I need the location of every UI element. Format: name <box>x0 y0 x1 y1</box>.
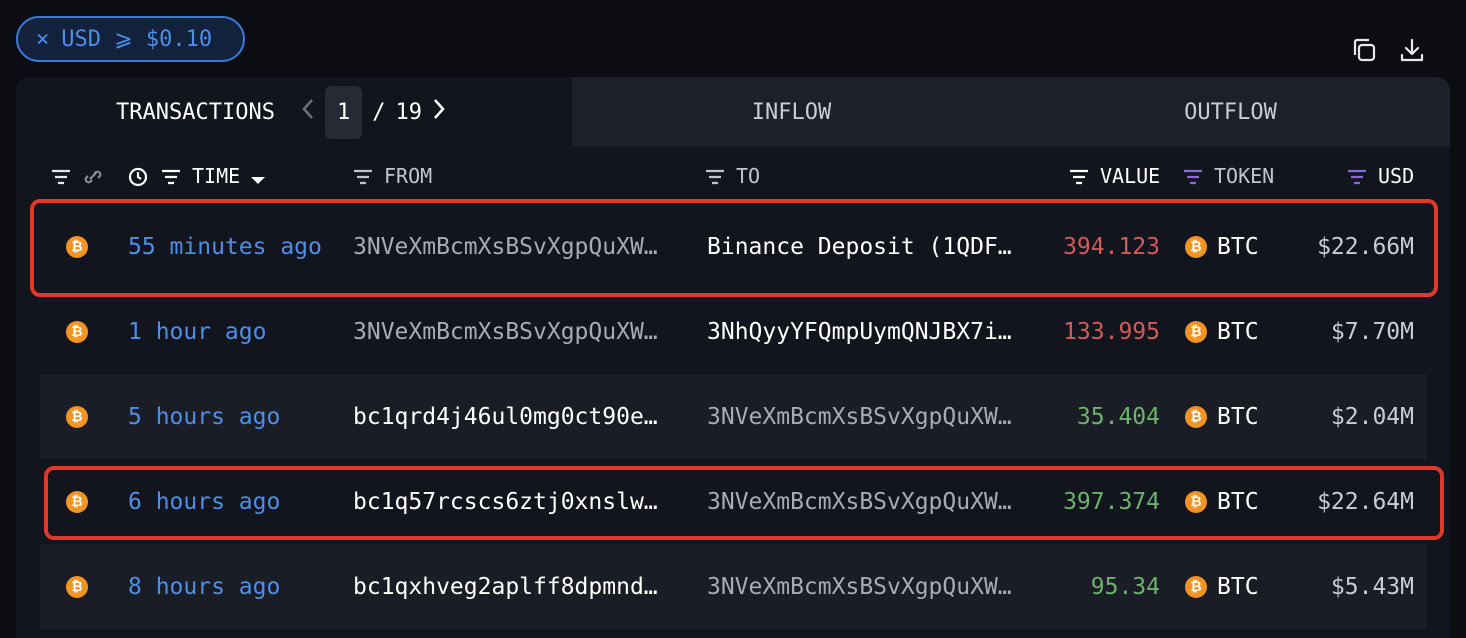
row-from[interactable]: bc1qrd4j46ul0mg0ct90e… <box>353 374 673 459</box>
row-usd: $22.66M <box>1317 233 1414 260</box>
tab-bar: TRANSACTIONS 1 / 19 INFLOW OUTFLOW <box>16 77 1450 147</box>
download-icon[interactable] <box>1398 36 1426 64</box>
header-usd-label: USD <box>1378 164 1415 188</box>
row-value: 394.123 <box>1063 233 1160 260</box>
row-time[interactable]: 8 hours ago <box>128 544 280 629</box>
row-token[interactable]: BTC <box>1217 319 1259 345</box>
row-value: 35.404 <box>1076 403 1160 430</box>
table-row[interactable]: ₿ 6 hours ago bc1q57rcscs6ztj0xnslw… 3NV… <box>40 459 1426 544</box>
page-separator: / <box>372 99 386 125</box>
filter-icon[interactable] <box>50 167 72 185</box>
row-from[interactable]: bc1q57rcscs6ztj0xnslw… <box>353 459 673 544</box>
bitcoin-icon: ₿ <box>66 320 88 343</box>
toolbar <box>1350 36 1426 64</box>
filter-chip-label: USD ⩾ $0.10 <box>61 26 213 52</box>
row-token[interactable]: BTC <box>1217 574 1259 600</box>
bitcoin-icon: ₿ <box>1185 320 1207 343</box>
transactions-table: ₿ 55 minutes ago 3NVeXmBcmXsBSvXgpQuXW… … <box>40 204 1426 629</box>
tab-transactions-label: TRANSACTIONS <box>116 99 275 125</box>
bitcoin-icon: ₿ <box>1185 405 1207 428</box>
row-time[interactable]: 6 hours ago <box>128 459 280 544</box>
bitcoin-icon: ₿ <box>1185 235 1207 258</box>
row-usd: $2.04M <box>1330 403 1414 430</box>
row-value: 95.34 <box>1090 573 1160 600</box>
header-usd[interactable]: USD <box>1346 161 1414 191</box>
table-header: TIME FROM TO VALUE TOKEN USD <box>16 161 1450 201</box>
link-icon[interactable] <box>82 167 104 185</box>
copy-icon[interactable] <box>1350 36 1378 64</box>
row-usd: $22.64M <box>1317 488 1414 515</box>
usd-filter-chip[interactable]: × USD ⩾ $0.10 <box>16 16 245 62</box>
token-filter-icon[interactable] <box>1182 167 1204 185</box>
pagination: 1 / 19 <box>301 85 446 139</box>
tab-outflow-label: OUTFLOW <box>1184 99 1277 125</box>
bitcoin-icon: ₿ <box>66 490 88 513</box>
page-total: 19 <box>395 99 422 125</box>
row-to[interactable]: 3NVeXmBcmXsBSvXgpQuXW… <box>707 374 1027 459</box>
header-from-label: FROM <box>384 164 433 188</box>
remove-filter-icon[interactable]: × <box>36 27 49 52</box>
table-row[interactable]: ₿ 5 hours ago bc1qrd4j46ul0mg0ct90e… 3NV… <box>40 374 1426 459</box>
row-to[interactable]: 3NhQyyYFQmpUymQNJBX7i… <box>707 289 1027 374</box>
row-usd: $5.43M <box>1330 573 1414 600</box>
from-filter-icon[interactable] <box>352 167 374 185</box>
chevron-right-icon[interactable] <box>432 98 446 126</box>
transactions-panel: TRANSACTIONS 1 / 19 INFLOW OUTFLOW TIME … <box>16 77 1450 638</box>
page-current[interactable]: 1 <box>324 85 363 139</box>
row-value: 133.995 <box>1063 318 1160 345</box>
header-value-label: VALUE <box>1100 164 1161 188</box>
header-from[interactable]: FROM <box>352 161 432 191</box>
to-filter-icon[interactable] <box>704 167 726 185</box>
row-from[interactable]: bc1qxhveg2aplff8dpmnd… <box>353 544 673 629</box>
value-filter-icon[interactable] <box>1068 167 1090 185</box>
row-time[interactable]: 1 hour ago <box>128 289 266 374</box>
sort-down-icon[interactable] <box>250 167 272 185</box>
chevron-left-icon[interactable] <box>301 98 315 126</box>
bitcoin-icon: ₿ <box>66 575 88 598</box>
header-to-label: TO <box>736 164 761 188</box>
table-row[interactable]: ₿ 55 minutes ago 3NVeXmBcmXsBSvXgpQuXW… … <box>40 204 1426 289</box>
table-row[interactable]: ₿ 1 hour ago 3NVeXmBcmXsBSvXgpQuXW… 3NhQ… <box>40 289 1426 374</box>
header-icons <box>50 161 104 191</box>
tab-inflow-label: INFLOW <box>751 99 832 125</box>
row-from[interactable]: 3NVeXmBcmXsBSvXgpQuXW… <box>353 204 673 289</box>
header-time[interactable]: TIME <box>128 161 272 191</box>
header-to[interactable]: TO <box>704 161 760 191</box>
bitcoin-icon: ₿ <box>66 405 88 428</box>
row-value: 397.374 <box>1063 488 1160 515</box>
bitcoin-icon: ₿ <box>66 235 88 258</box>
row-token[interactable]: BTC <box>1217 234 1259 260</box>
header-token[interactable]: TOKEN <box>1182 161 1274 191</box>
clock-icon <box>128 167 150 187</box>
row-usd: $7.70M <box>1330 318 1414 345</box>
row-to[interactable]: 3NVeXmBcmXsBSvXgpQuXW… <box>707 544 1027 629</box>
header-value[interactable]: VALUE <box>1068 161 1160 191</box>
usd-filter-icon[interactable] <box>1346 167 1368 185</box>
table-row[interactable]: ₿ 8 hours ago bc1qxhveg2aplff8dpmnd… 3NV… <box>40 544 1426 629</box>
row-to[interactable]: 3NVeXmBcmXsBSvXgpQuXW… <box>707 459 1027 544</box>
bitcoin-icon: ₿ <box>1185 575 1207 598</box>
tab-outflow[interactable]: OUTFLOW <box>1011 77 1450 147</box>
row-time[interactable]: 55 minutes ago <box>128 204 322 289</box>
header-token-label: TOKEN <box>1214 164 1275 188</box>
tab-transactions[interactable]: TRANSACTIONS 1 / 19 <box>16 77 572 147</box>
row-time[interactable]: 5 hours ago <box>128 374 280 459</box>
row-to[interactable]: Binance Deposit (1QDF… <box>707 204 1027 289</box>
time-filter-icon[interactable] <box>160 167 182 185</box>
tab-inflow[interactable]: INFLOW <box>572 77 1011 147</box>
row-token[interactable]: BTC <box>1217 404 1259 430</box>
bitcoin-icon: ₿ <box>1185 490 1207 513</box>
header-time-label: TIME <box>192 164 241 188</box>
row-token[interactable]: BTC <box>1217 489 1259 515</box>
row-from[interactable]: 3NVeXmBcmXsBSvXgpQuXW… <box>353 289 673 374</box>
